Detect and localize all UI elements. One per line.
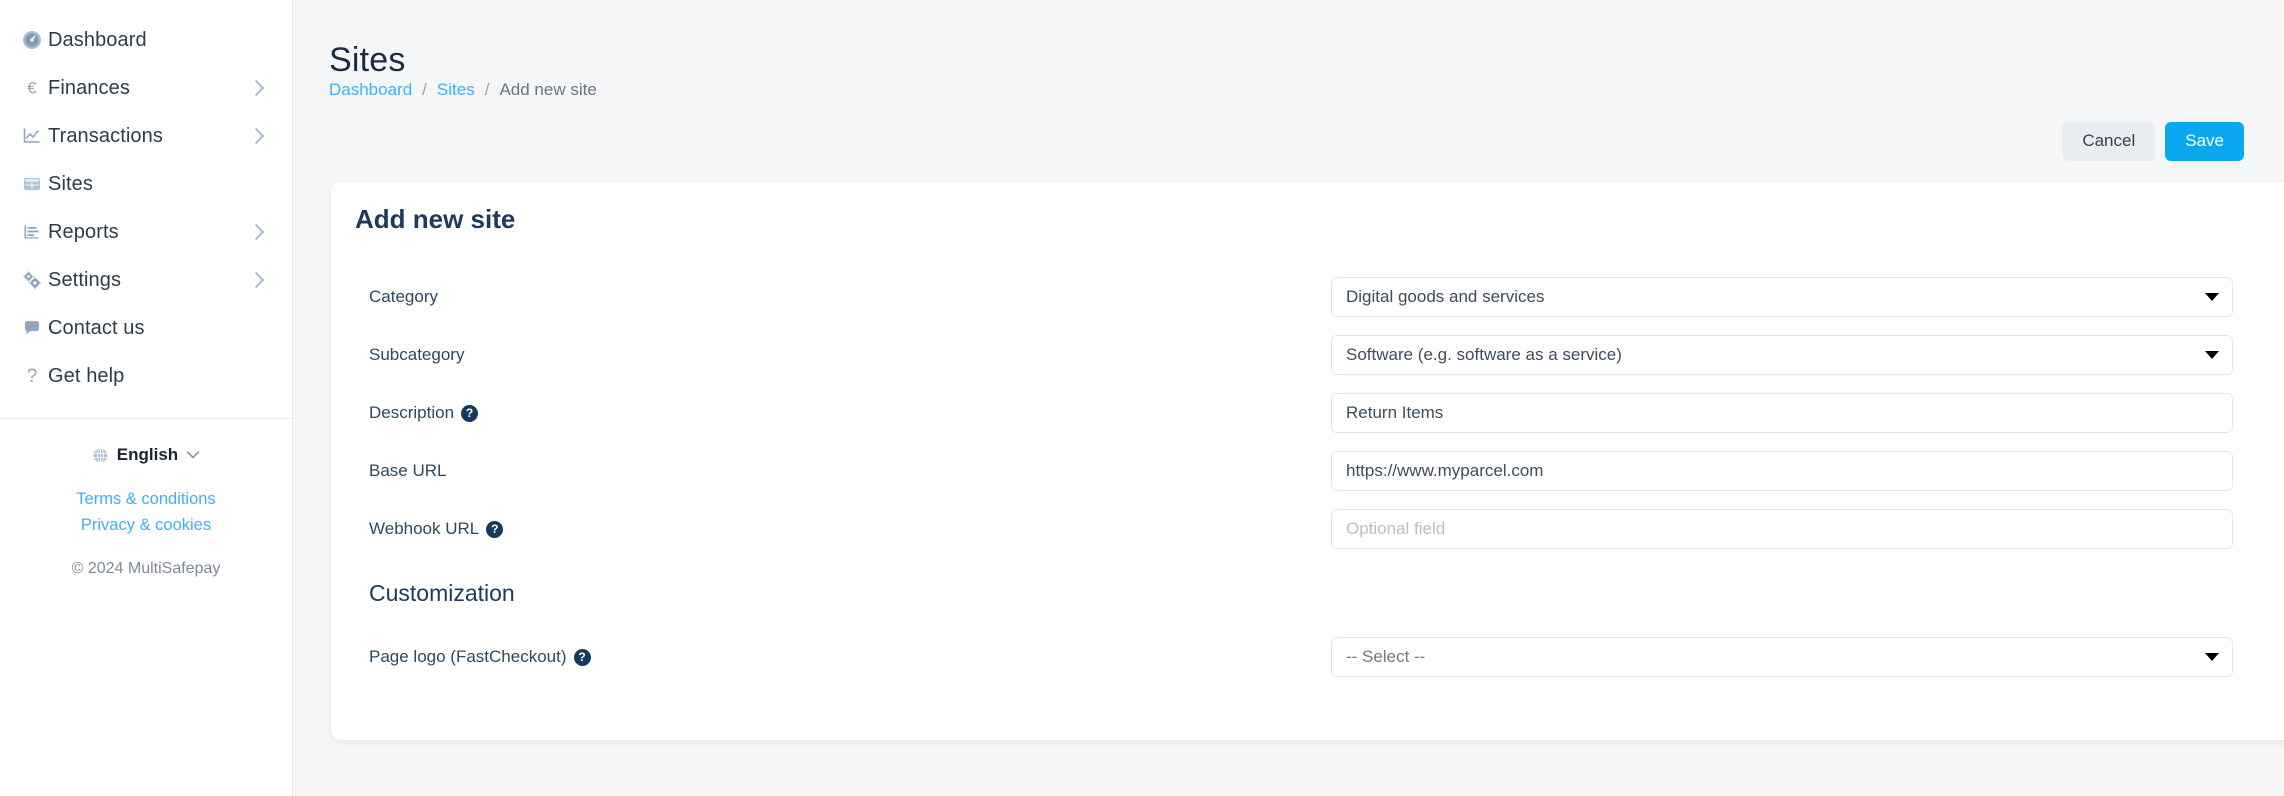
form-row-category: Category Digital goods and services [331,268,2284,326]
subcategory-label: Subcategory [369,345,464,365]
main-content: Sites Dashboard / Sites / Add new site C… [293,0,2284,796]
question-mark-icon: ? [22,366,48,386]
cancel-button[interactable]: Cancel [2062,122,2155,161]
legal-links: Terms & conditions Privacy & cookies [0,487,292,538]
customization-section-header: Customization [331,558,2284,628]
chevron-down-icon [186,450,200,460]
description-input[interactable] [1331,393,2233,433]
sidebar-item-label: Reports [48,221,119,244]
page-title: Sites [329,41,406,80]
bar-report-icon [22,222,48,242]
subcategory-select-value: Software (e.g. software as a service) [1346,336,1622,374]
language-selector[interactable]: English [0,445,292,465]
subcategory-select[interactable]: Software (e.g. software as a service) [1331,335,2233,375]
table-grid-icon [22,174,48,194]
card-title: Add new site [355,204,515,235]
breadcrumb-item-dashboard[interactable]: Dashboard [329,80,412,100]
sidebar-item-label: Get help [48,365,124,388]
base-url-input[interactable] [1331,451,2233,491]
euro-icon: € [22,78,48,98]
label-text: Webhook URL [369,519,479,539]
label-text: Base URL [369,461,446,481]
form-row-subcategory: Subcategory Software (e.g. software as a… [331,326,2284,384]
base-url-field-wrap [1331,451,2233,491]
label-text: Page logo (FastCheckout) [369,647,567,667]
help-icon[interactable]: ? [461,405,478,422]
page-actions: Cancel Save [2062,122,2244,161]
save-button[interactable]: Save [2165,122,2244,161]
page-logo-label: Page logo (FastCheckout) ? [369,647,591,667]
sidebar-item-label: Dashboard [48,29,147,52]
chevron-right-icon [254,79,266,97]
category-select-value: Digital goods and services [1346,278,1544,316]
breadcrumb-item-current: Add new site [499,80,596,100]
page-logo-select[interactable]: -- Select -- [1331,637,2233,677]
webhook-url-input[interactable] [1331,509,2233,549]
webhook-url-label: Webhook URL ? [369,519,503,539]
add-new-site-card: Add new site Category Digital goods and … [331,182,2284,740]
label-text: Subcategory [369,345,464,365]
form-row-page-logo: Page logo (FastCheckout) ? -- Select -- [331,628,2284,686]
line-chart-icon [22,126,48,146]
page-logo-select-value: -- Select -- [1346,638,1425,676]
sidebar-item-label: Finances [48,77,130,100]
sidebar-item-settings[interactable]: Settings [0,256,292,304]
globe-icon [92,447,109,464]
base-url-label: Base URL [369,461,446,481]
add-new-site-form: Category Digital goods and services Subc… [331,268,2284,686]
sidebar-item-get-help[interactable]: ? Get help [0,352,292,400]
chevron-right-icon [254,271,266,289]
category-select[interactable]: Digital goods and services [1331,277,2233,317]
form-row-base-url: Base URL [331,442,2284,500]
sidebar-item-finances[interactable]: € Finances [0,64,292,112]
customization-title: Customization [369,580,515,607]
breadcrumb-separator: / [485,80,490,100]
sidebar-item-label: Settings [48,269,121,292]
help-icon[interactable]: ? [486,521,503,538]
page-logo-select-wrap: -- Select -- [1331,637,2233,677]
sidebar-item-dashboard[interactable]: Dashboard [0,16,292,64]
sidebar-item-reports[interactable]: Reports [0,208,292,256]
sidebar-item-contact-us[interactable]: Contact us [0,304,292,352]
label-text: Description [369,403,454,423]
sidebar-item-label: Sites [48,173,93,196]
sidebar-item-sites[interactable]: Sites [0,160,292,208]
svg-text:?: ? [27,366,38,386]
sidebar-nav: Dashboard € Finances Transactions [0,0,292,400]
form-row-webhook-url: Webhook URL ? [331,500,2284,558]
breadcrumb-separator: / [422,80,427,100]
gears-icon [22,270,48,290]
help-icon[interactable]: ? [574,649,591,666]
form-row-description: Description ? [331,384,2284,442]
description-label: Description ? [369,403,478,423]
breadcrumb: Dashboard / Sites / Add new site [329,80,597,100]
sidebar-item-label: Contact us [48,317,145,340]
category-select-wrap: Digital goods and services [1331,277,2233,317]
app-root: Dashboard € Finances Transactions [0,0,2284,796]
breadcrumb-item-sites[interactable]: Sites [437,80,475,100]
copyright-text: © 2024 MultiSafepay [0,560,292,578]
language-label: English [117,445,178,465]
sidebar-item-transactions[interactable]: Transactions [0,112,292,160]
subcategory-select-wrap: Software (e.g. software as a service) [1331,335,2233,375]
svg-text:€: € [27,79,37,98]
chevron-right-icon [254,127,266,145]
sidebar-item-label: Transactions [48,125,163,148]
label-text: Category [369,287,438,307]
description-field-wrap [1331,393,2233,433]
category-label: Category [369,287,438,307]
webhook-url-field-wrap [1331,509,2233,549]
chat-bubble-icon [22,318,48,338]
terms-and-conditions-link[interactable]: Terms & conditions [0,487,292,513]
sidebar: Dashboard € Finances Transactions [0,0,293,796]
gauge-icon [22,30,48,50]
sidebar-divider [0,418,292,419]
chevron-right-icon [254,223,266,241]
privacy-and-cookies-link[interactable]: Privacy & cookies [0,513,292,539]
